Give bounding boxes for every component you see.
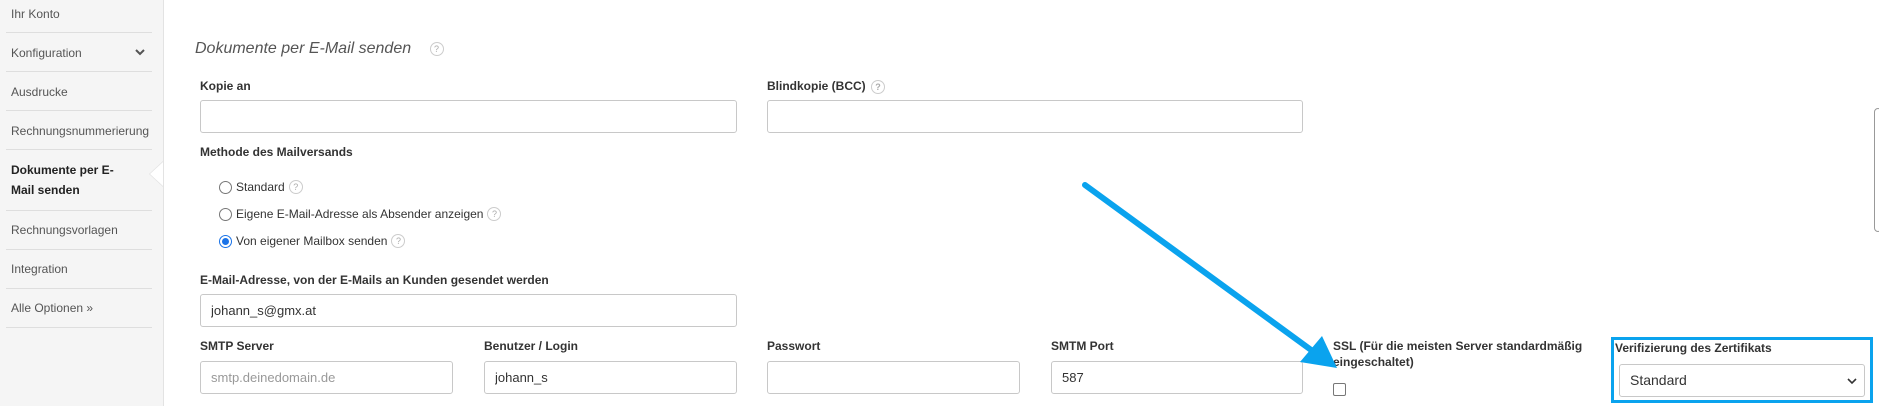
annotation-arrow-icon	[1082, 182, 1337, 368]
